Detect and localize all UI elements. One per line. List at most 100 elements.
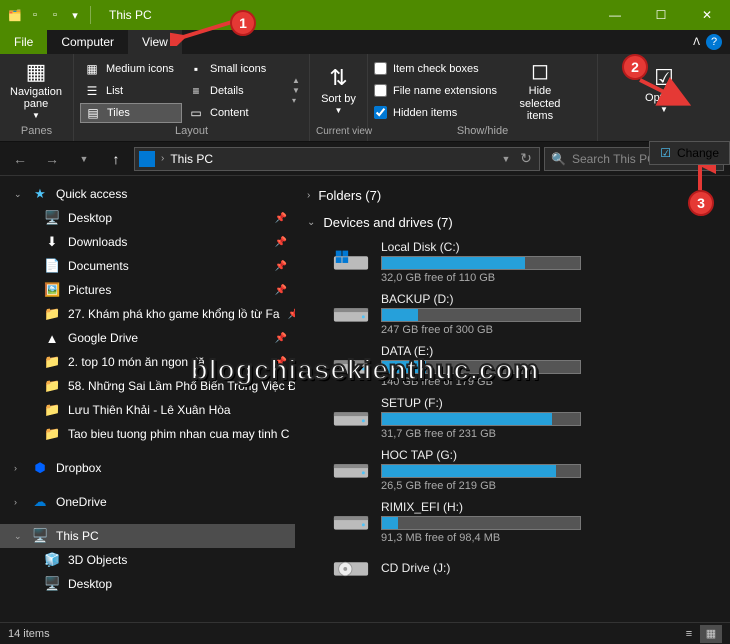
help-icon[interactable]: ?: [706, 34, 722, 50]
address-bar: ← → ▼ ↑ › This PC ▼ ↻ 🔍 Search This PC: [0, 142, 730, 176]
group-folders[interactable]: › Folders (7): [295, 182, 730, 209]
drive-name: SETUP (F:): [381, 396, 694, 410]
qat-newfolder-icon[interactable]: ▫: [46, 6, 64, 24]
item-icon: 🧊: [44, 552, 60, 568]
sidebar-dropbox[interactable]: ›⬢Dropbox: [0, 456, 295, 480]
item-icon: 📁: [44, 354, 60, 370]
sidebar-item[interactable]: 📁58. Những Sai Lầm Phổ Biến Trong Việc Đ…: [0, 374, 295, 398]
sidebar-item[interactable]: ⬇Downloads📌: [0, 230, 295, 254]
drive-free-text: 247 GB free of 300 GB: [381, 324, 694, 336]
qat-dropdown-icon[interactable]: ▾: [66, 6, 84, 24]
chevron-down-icon: ⌄: [307, 217, 315, 228]
details-icon: ≡: [188, 84, 204, 98]
tab-view[interactable]: View: [128, 30, 182, 54]
sidebar-item[interactable]: 📁Lưu Thiên Khải - Lê Xuân Hòa: [0, 398, 295, 422]
drive-icon: [331, 350, 371, 382]
drive-name: HOC TAP (G:): [381, 448, 694, 462]
item-icon: 📁: [44, 378, 60, 394]
sidebar-quick-access[interactable]: ⌄ ★ Quick access: [0, 182, 295, 206]
star-icon: ★: [32, 186, 48, 202]
chevron-down-icon: ⌄: [14, 531, 24, 542]
sidebar-item[interactable]: ▲Google Drive📌: [0, 326, 295, 350]
pin-icon: 📌: [275, 333, 287, 344]
layout-tiles[interactable]: ▤Tiles: [80, 103, 182, 123]
sidebar-item[interactable]: 🖥️Desktop📌: [0, 206, 295, 230]
forward-button[interactable]: →: [38, 145, 66, 173]
sidebar-item[interactable]: 🧊3D Objects: [0, 548, 295, 572]
maximize-button[interactable]: ☐: [638, 0, 684, 30]
close-button[interactable]: ✕: [684, 0, 730, 30]
check-hidden-items[interactable]: Hidden items: [374, 103, 497, 123]
content-icon: ▭: [188, 106, 204, 120]
thispc-icon: [139, 151, 155, 167]
options-button[interactable]: ☑ Options ▼: [634, 58, 694, 124]
tab-computer[interactable]: Computer: [47, 30, 128, 54]
address-input[interactable]: › This PC ▼ ↻: [134, 147, 540, 171]
group-layout-label: Layout: [80, 125, 303, 139]
drive-icon: [331, 552, 371, 584]
drive-item[interactable]: BACKUP (D:) 247 GB free of 300 GB: [295, 288, 730, 340]
drive-free-text: 91,3 MB free of 98,4 MB: [381, 532, 694, 544]
hide-selected-icon: ◻: [531, 59, 549, 83]
gallery-down-icon[interactable]: ▼: [292, 86, 300, 95]
sidebar-item[interactable]: 🖼️Pictures📌: [0, 278, 295, 302]
drive-item[interactable]: Local Disk (C:)32,0 GB free of 110 GB: [295, 236, 730, 288]
check-item-check-boxes[interactable]: Item check boxes: [374, 59, 497, 79]
drive-item[interactable]: DATA (E:)140 GB free of 179 GB: [295, 340, 730, 392]
drive-icon: [331, 298, 371, 330]
view-details-toggle[interactable]: ≡: [678, 625, 700, 643]
hide-selected-button[interactable]: ◻ Hide selected items: [507, 58, 573, 124]
drive-usage-bar: [381, 308, 581, 322]
options-icon: ☑: [654, 66, 674, 90]
layout-small-icons[interactable]: ▪Small icons: [184, 59, 286, 79]
sidebar-item[interactable]: 📁2. top 10 món ăn ngon đặ📌: [0, 350, 295, 374]
status-item-count: 14 items: [8, 628, 50, 640]
back-button[interactable]: ←: [6, 145, 34, 173]
sidebar-item[interactable]: 🖥️Desktop: [0, 572, 295, 596]
group-drives[interactable]: ⌄ Devices and drives (7): [295, 209, 730, 236]
qat-properties-icon[interactable]: ▫: [26, 6, 44, 24]
address-dropdown-icon[interactable]: ▼: [497, 145, 515, 173]
layout-gallery[interactable]: ▦Medium icons ▪Small icons ☰List ≡Detail…: [80, 59, 286, 123]
recent-locations-button[interactable]: ▼: [70, 145, 98, 173]
drive-free-text: 140 GB free of 179 GB: [381, 376, 694, 388]
group-showhide-label: Show/hide: [374, 125, 591, 139]
up-button[interactable]: ↑: [102, 145, 130, 173]
drive-name: RIMIX_EFI (H:): [381, 500, 694, 514]
item-icon: 📁: [44, 426, 60, 442]
drive-item[interactable]: CD Drive (J:): [295, 548, 730, 588]
search-placeholder: Search This PC: [572, 152, 656, 166]
pc-icon: 🖥️: [32, 528, 48, 544]
drive-item[interactable]: SETUP (F:)31,7 GB free of 231 GB: [295, 392, 730, 444]
sidebar-item[interactable]: 📁Tao bieu tuong phim nhan cua may tinh C: [0, 422, 295, 446]
medium-icons-icon: ▦: [84, 62, 100, 76]
drive-icon: [331, 506, 371, 538]
options-flyout-change[interactable]: ☑ Change: [649, 141, 730, 165]
layout-content[interactable]: ▭Content: [184, 103, 286, 123]
sort-by-button[interactable]: ⇅ Sort by ▼: [316, 58, 361, 124]
navigation-pane-button[interactable]: ▦ Navigation pane ▼: [6, 58, 66, 124]
gallery-more-icon[interactable]: ▾: [292, 96, 300, 105]
sidebar-item[interactable]: 📁27. Khám phá kho game khổng lồ từ Fa📌: [0, 302, 295, 326]
drive-name: BACKUP (D:): [381, 292, 694, 306]
status-bar: 14 items ≡ ▦: [0, 622, 730, 644]
drive-usage-bar: [381, 516, 581, 530]
sidebar-onedrive[interactable]: ›☁OneDrive: [0, 490, 295, 514]
minimize-button[interactable]: ―: [592, 0, 638, 30]
gallery-up-icon[interactable]: ▲: [292, 76, 300, 85]
sidebar-this-pc[interactable]: ⌄🖥️This PC: [0, 524, 295, 548]
chevron-down-icon: ▼: [335, 107, 343, 116]
check-file-name-extensions[interactable]: File name extensions: [374, 81, 497, 101]
tab-file[interactable]: File: [0, 30, 47, 54]
layout-list[interactable]: ☰List: [80, 81, 182, 101]
drive-item[interactable]: HOC TAP (G:)26,5 GB free of 219 GB: [295, 444, 730, 496]
sidebar-item[interactable]: 📄Documents📌: [0, 254, 295, 278]
drive-item[interactable]: RIMIX_EFI (H:) 91,3 MB free of 98,4 MB: [295, 496, 730, 548]
view-tiles-toggle[interactable]: ▦: [700, 625, 722, 643]
layout-details[interactable]: ≡Details: [184, 81, 286, 101]
collapse-ribbon-icon[interactable]: ᐱ: [693, 37, 700, 48]
sidebar: ⌄ ★ Quick access 🖥️Desktop📌⬇Downloads📌📄D…: [0, 176, 295, 622]
refresh-button[interactable]: ↻: [517, 145, 535, 173]
layout-medium-icons[interactable]: ▦Medium icons: [80, 59, 182, 79]
titlebar: 🗂️ ▫ ▫ ▾ This PC ― ☐ ✕: [0, 0, 730, 30]
